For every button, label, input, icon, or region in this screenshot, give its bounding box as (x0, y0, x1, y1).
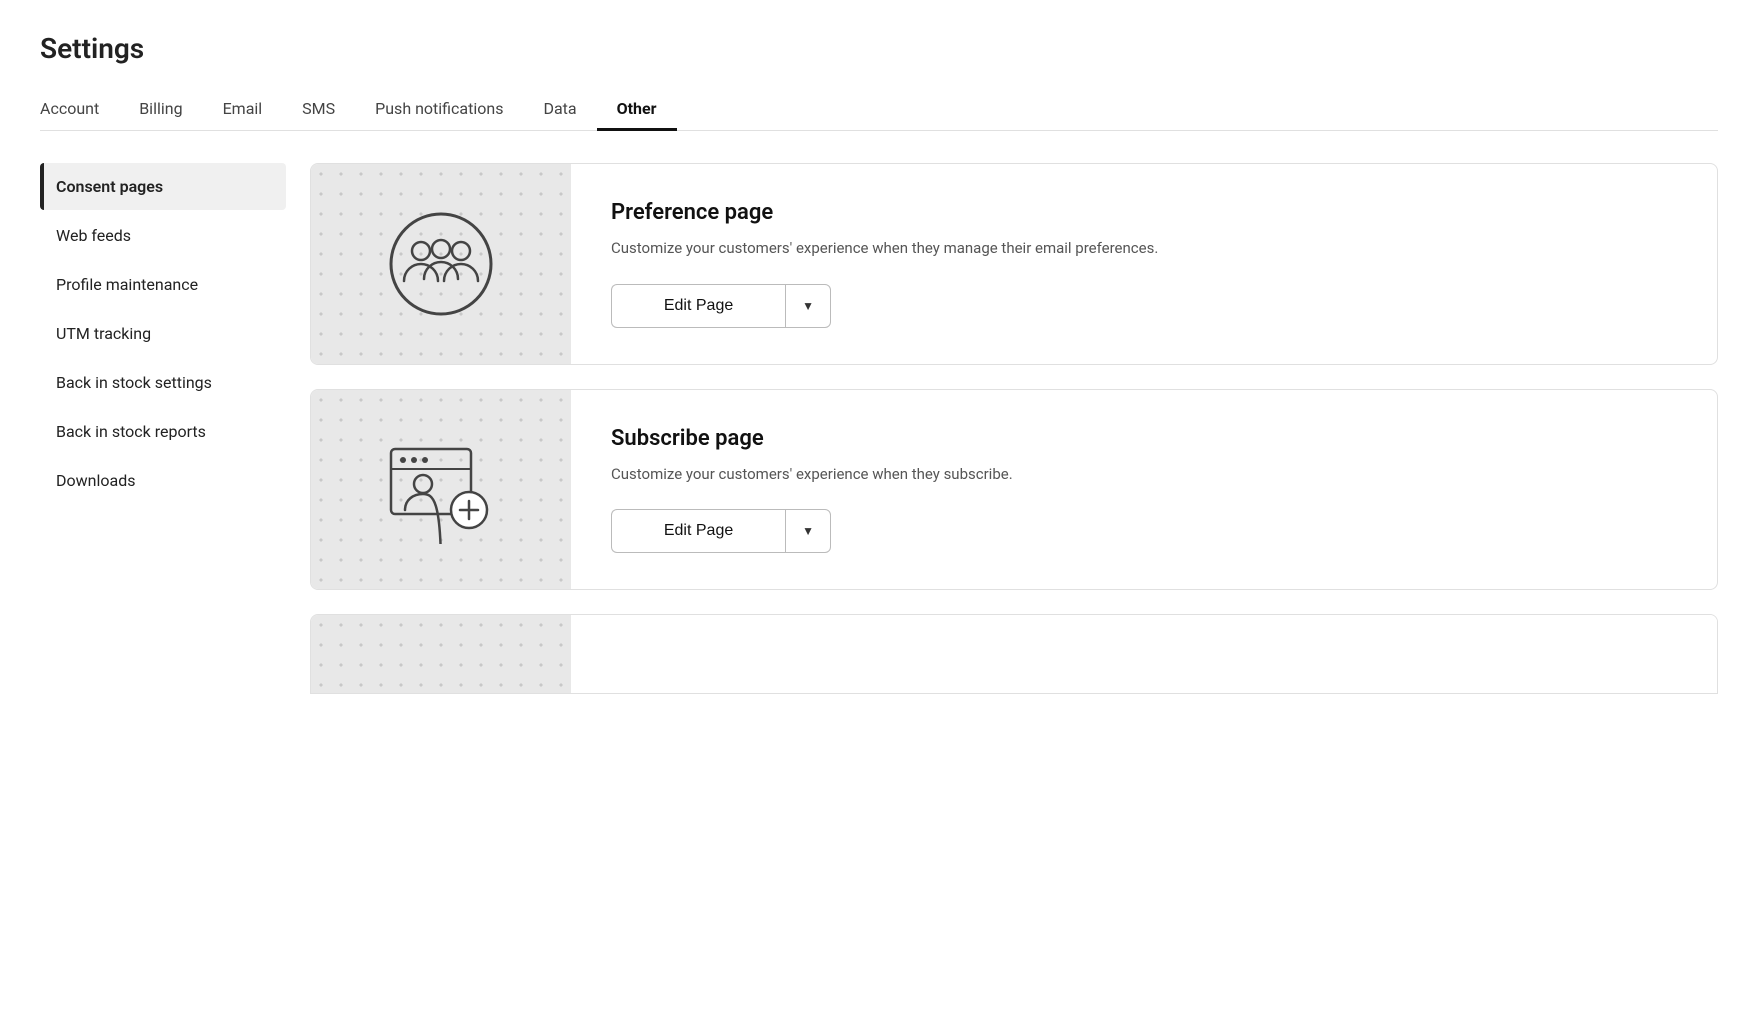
content-area: Preference page Customize your customers… (310, 163, 1718, 694)
preference-page-edit-button[interactable]: Edit Page (611, 284, 785, 328)
sidebar-item-profile-maintenance[interactable]: Profile maintenance (40, 261, 286, 308)
third-page-body-partial (571, 615, 1717, 693)
sidebar-item-downloads[interactable]: Downloads (40, 457, 286, 504)
tab-email[interactable]: Email (203, 89, 283, 131)
main-layout: Consent pages Web feeds Profile maintena… (40, 163, 1718, 694)
subscribe-page-title: Subscribe page (611, 426, 1677, 451)
tab-billing[interactable]: Billing (119, 89, 202, 131)
subscribe-page-dropdown-arrow: ▼ (802, 524, 814, 538)
subscribe-page-edit-button[interactable]: Edit Page (611, 509, 785, 553)
preference-page-card: Preference page Customize your customers… (310, 163, 1718, 365)
preference-page-icon (386, 209, 496, 319)
preference-page-image (311, 164, 571, 364)
subscribe-page-edit-group: Edit Page ▼ (611, 509, 831, 553)
sidebar-item-utm-tracking[interactable]: UTM tracking (40, 310, 286, 357)
tab-other[interactable]: Other (597, 89, 677, 131)
preference-page-title: Preference page (611, 200, 1677, 225)
subscribe-page-description: Customize your customers' experience whe… (611, 463, 1211, 486)
subscribe-page-dropdown-button[interactable]: ▼ (785, 509, 831, 553)
preference-page-edit-group: Edit Page ▼ (611, 284, 831, 328)
third-page-card-partial (310, 614, 1718, 694)
subscribe-page-body: Subscribe page Customize your customers'… (571, 390, 1717, 590)
tab-push-notifications[interactable]: Push notifications (355, 89, 523, 131)
preference-page-dropdown-button[interactable]: ▼ (785, 284, 831, 328)
sidebar-item-back-in-stock-settings[interactable]: Back in stock settings (40, 359, 286, 406)
sidebar-item-web-feeds[interactable]: Web feeds (40, 212, 286, 259)
top-nav: Account Billing Email SMS Push notificat… (40, 89, 1718, 131)
preference-page-description: Customize your customers' experience whe… (611, 237, 1211, 260)
subscribe-page-icon (381, 434, 501, 544)
tab-sms[interactable]: SMS (282, 89, 355, 131)
sidebar: Consent pages Web feeds Profile maintena… (40, 163, 310, 694)
sidebar-item-consent-pages[interactable]: Consent pages (40, 163, 286, 210)
page-wrapper: Settings Account Billing Email SMS Push … (0, 0, 1758, 726)
tab-account[interactable]: Account (40, 89, 119, 131)
page-title: Settings (40, 32, 1718, 65)
tab-data[interactable]: Data (523, 89, 596, 131)
preference-page-dropdown-arrow: ▼ (802, 299, 814, 313)
preference-page-body: Preference page Customize your customers… (571, 164, 1717, 364)
subscribe-page-image (311, 390, 571, 590)
subscribe-page-card: Subscribe page Customize your customers'… (310, 389, 1718, 591)
third-page-image-partial (311, 615, 571, 693)
sidebar-item-back-in-stock-reports[interactable]: Back in stock reports (40, 408, 286, 455)
